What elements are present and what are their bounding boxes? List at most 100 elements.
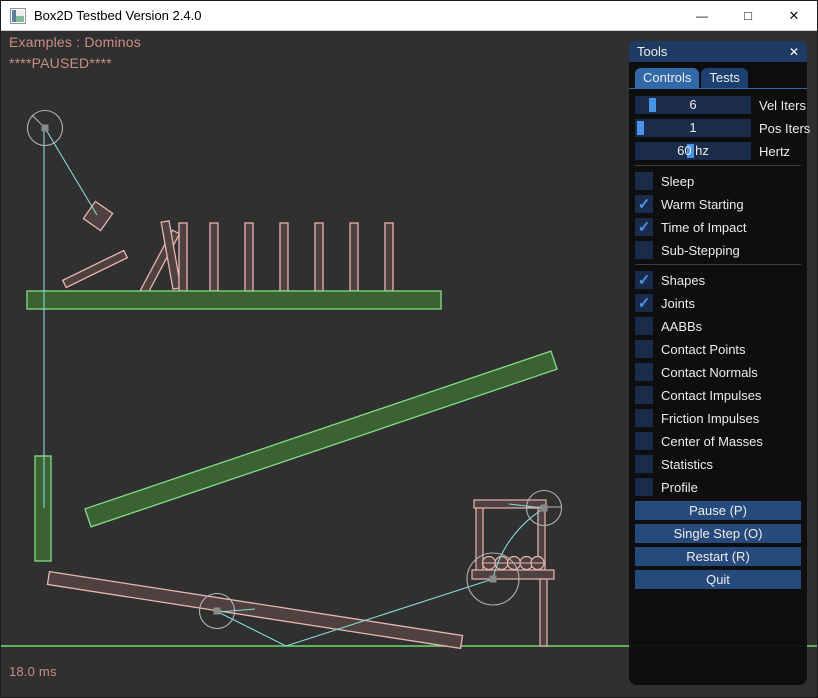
domino[interactable] xyxy=(385,223,393,291)
checkbox-label: Contact Normals xyxy=(661,365,758,380)
joint-marker xyxy=(541,505,548,512)
tab-tests[interactable]: Tests xyxy=(701,68,747,88)
tab-controls[interactable]: Controls xyxy=(635,68,699,88)
checkbox-label: Warm Starting xyxy=(661,197,744,212)
checkbox-label: Friction Impulses xyxy=(661,411,759,426)
pause-button[interactable]: Pause (P) xyxy=(635,501,801,520)
window-titlebar: Box2D Testbed Version 2.4.0 — □ ✕ xyxy=(1,1,817,31)
checkbox[interactable] xyxy=(635,172,653,190)
slider-row: 1Pos Iters xyxy=(635,119,801,137)
draw-checkbox-section: ✓Shapes✓JointsAABBsContact PointsContact… xyxy=(635,271,801,496)
checkbox-row-aabbs[interactable]: AABBs xyxy=(635,317,801,335)
checkbox[interactable]: ✓ xyxy=(635,195,653,213)
joint-marker xyxy=(214,608,221,615)
slider-track-pos-iters[interactable]: 1 xyxy=(635,119,751,137)
pendulum-bob[interactable] xyxy=(83,201,112,230)
close-button[interactable]: ✕ xyxy=(771,1,817,30)
checkbox[interactable] xyxy=(635,432,653,450)
slider-row: 60 hz Hertz xyxy=(635,142,801,160)
slider-value: 6 xyxy=(635,96,751,114)
slider-track-hertz[interactable]: 60 hz xyxy=(635,142,751,160)
maximize-icon: □ xyxy=(744,8,752,23)
example-label: Examples : Dominos xyxy=(9,34,141,50)
checkbox-row-sub-stepping[interactable]: Sub-Stepping xyxy=(635,241,801,259)
action-button-section: Pause (P) Single Step (O) Restart (R) Quit xyxy=(635,501,801,589)
checkbox-row-statistics[interactable]: Statistics xyxy=(635,455,801,473)
checkbox[interactable] xyxy=(635,386,653,404)
checkbox-row-center-of-masses[interactable]: Center of Masses xyxy=(635,432,801,450)
window-controls: — □ ✕ xyxy=(679,1,817,30)
domino[interactable] xyxy=(179,223,187,291)
checkbox[interactable]: ✓ xyxy=(635,218,653,236)
tools-panel: Tools ✕ Controls Tests 6Vel Iters 1Pos It… xyxy=(629,41,807,685)
paused-label: ****PAUSED**** xyxy=(9,55,112,71)
minimize-icon: — xyxy=(696,9,708,23)
domino[interactable] xyxy=(210,223,218,291)
checkbox[interactable]: ✓ xyxy=(635,271,653,289)
checkbox-row-shapes[interactable]: ✓Shapes xyxy=(635,271,801,289)
quit-button[interactable]: Quit xyxy=(635,570,801,589)
checkbox-row-warm-starting[interactable]: ✓ Warm Starting xyxy=(635,195,801,213)
panel-tabbar: Controls Tests xyxy=(629,62,807,89)
checkbox[interactable] xyxy=(635,478,653,496)
checkbox-row-friction-impulses[interactable]: Friction Impulses xyxy=(635,409,801,427)
single-button[interactable]: Single Step (O) xyxy=(635,524,801,543)
checkbox-row-sleep[interactable]: Sleep xyxy=(635,172,801,190)
checkbox[interactable]: ✓ xyxy=(635,294,653,312)
checkbox-label: AABBs xyxy=(661,319,702,334)
checkbox[interactable] xyxy=(635,340,653,358)
checkbox-label: Sleep xyxy=(661,174,694,189)
checkbox[interactable] xyxy=(635,455,653,473)
checkbox-row-contact-impulses[interactable]: Contact Impulses xyxy=(635,386,801,404)
panel-close-icon[interactable]: ✕ xyxy=(789,45,799,59)
frame-bar[interactable] xyxy=(476,508,483,579)
slider-value: 60 hz xyxy=(635,142,751,160)
seesaw-plank[interactable] xyxy=(47,572,462,649)
checkbox-row-contact-points[interactable]: Contact Points xyxy=(635,340,801,358)
window-title: Box2D Testbed Version 2.4.0 xyxy=(34,8,201,23)
checkbox-label: Contact Impulses xyxy=(661,388,761,403)
tools-panel-title: Tools xyxy=(637,44,667,59)
checkbox-label: Time of Impact xyxy=(661,220,746,235)
close-icon: ✕ xyxy=(789,8,800,24)
separator xyxy=(635,264,801,265)
checkbox-label: Statistics xyxy=(661,457,713,472)
domino-shelf xyxy=(27,291,441,309)
checkbox-label: Center of Masses xyxy=(661,434,763,449)
simulation-canvas[interactable]: Examples : Dominos ****PAUSED**** 18.0 m… xyxy=(1,31,818,698)
frame-bar[interactable] xyxy=(472,570,554,579)
app-window: Box2D Testbed Version 2.4.0 — □ ✕ Exampl… xyxy=(0,0,818,698)
tools-panel-titlebar[interactable]: Tools ✕ xyxy=(629,41,807,62)
panel-content: 6Vel Iters 1Pos Iters 60 hz Hertz Sleep ✓ War… xyxy=(629,89,807,589)
checkbox[interactable] xyxy=(635,241,653,259)
checkbox-row-time-of-impact[interactable]: ✓ Time of Impact xyxy=(635,218,801,236)
slider-section: 6Vel Iters 1Pos Iters 60 hz Hertz xyxy=(635,96,801,160)
checkbox-row-contact-normals[interactable]: Contact Normals xyxy=(635,363,801,381)
joint-marker xyxy=(42,125,49,132)
checkbox[interactable] xyxy=(635,363,653,381)
minimize-button[interactable]: — xyxy=(679,1,725,30)
maximize-button[interactable]: □ xyxy=(725,1,771,30)
checkbox-label: Joints xyxy=(661,296,695,311)
checkbox[interactable] xyxy=(635,317,653,335)
slider-label: Hertz xyxy=(759,144,790,159)
frame-bar[interactable] xyxy=(540,579,547,646)
slider-track-vel-iters[interactable]: 6 xyxy=(635,96,751,114)
app-icon xyxy=(10,8,26,24)
joint-marker xyxy=(490,576,497,583)
checkbox-row-profile[interactable]: Profile xyxy=(635,478,801,496)
slider-value: 1 xyxy=(635,119,751,137)
domino[interactable] xyxy=(63,251,128,288)
restart-button[interactable]: Restart (R) xyxy=(635,547,801,566)
domino[interactable] xyxy=(280,223,288,291)
checkbox-label: Profile xyxy=(661,480,698,495)
domino[interactable] xyxy=(350,223,358,291)
domino[interactable] xyxy=(315,223,323,291)
solver-checkbox-section: Sleep ✓ Warm Starting ✓ Time of Impact Sub-St… xyxy=(635,172,801,259)
checkbox[interactable] xyxy=(635,409,653,427)
checkbox-row-joints[interactable]: ✓ Joints xyxy=(635,294,801,312)
slider-row: 6Vel Iters xyxy=(635,96,801,114)
static-block xyxy=(35,456,51,561)
joint-wire xyxy=(45,128,97,215)
domino[interactable] xyxy=(245,223,253,291)
